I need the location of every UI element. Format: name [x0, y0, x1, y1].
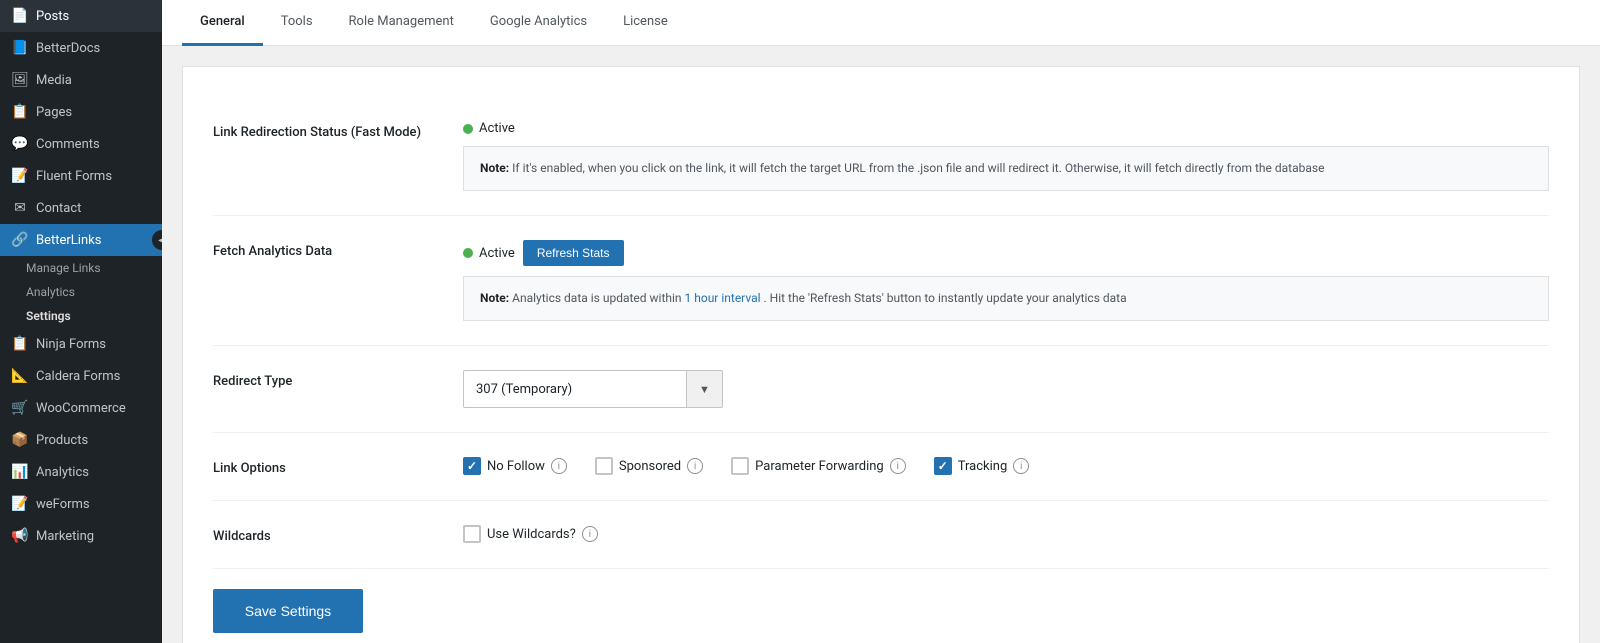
sidebar-item-betterdocs[interactable]: 📘 BetterDocs — [0, 32, 162, 64]
woocommerce-icon: 🛒 — [12, 400, 28, 416]
active-dot-redirection — [463, 124, 473, 134]
sidebar-item-media[interactable]: 🖼 Media — [0, 64, 162, 96]
link-options-control: No Follow i Sponsored i Parameter Forwar… — [463, 457, 1549, 475]
ninja-forms-icon: 📋 — [12, 336, 28, 352]
sidebar-item-products[interactable]: 📦 Products — [0, 424, 162, 456]
redirect-type-label: Redirect Type — [213, 370, 433, 389]
sidebar-submenu-settings[interactable]: Settings — [0, 304, 162, 328]
posts-icon: 📄 — [12, 8, 28, 24]
parameter-forwarding-label: Parameter Forwarding — [755, 459, 884, 474]
sponsored-label: Sponsored — [619, 459, 681, 474]
tab-bar: General Tools Role Management Google Ana… — [162, 0, 1600, 46]
redirect-type-dropdown[interactable]: 307 (Temporary) ▼ — [463, 370, 723, 408]
contact-icon: ✉ — [12, 200, 28, 216]
tab-google-analytics[interactable]: Google Analytics — [472, 0, 605, 46]
refresh-stats-button[interactable]: Refresh Stats — [523, 240, 624, 266]
save-settings-button[interactable]: Save Settings — [213, 589, 363, 633]
sidebar-item-marketing[interactable]: 📢 Marketing — [0, 520, 162, 552]
sidebar-item-caldera-forms[interactable]: 📐 Caldera Forms — [0, 360, 162, 392]
sidebar-item-fluent-forms[interactable]: 📝 Fluent Forms — [0, 160, 162, 192]
fetch-analytics-row: Fetch Analytics Data Active Refresh Stat… — [213, 216, 1549, 346]
sidebar-item-analytics[interactable]: 📊 Analytics — [0, 456, 162, 488]
comments-icon: 💬 — [12, 136, 28, 152]
sidebar: 📄 Posts 📘 BetterDocs 🖼 Media 📋 Pages 💬 C… — [0, 0, 162, 643]
tracking-label: Tracking — [958, 459, 1008, 474]
sidebar-item-weforms[interactable]: 📝 weForms — [0, 488, 162, 520]
betterdocs-icon: 📘 — [12, 40, 28, 56]
redirect-type-row: Redirect Type 307 (Temporary) ▼ — [213, 346, 1549, 433]
active-dot-analytics — [463, 248, 473, 258]
sidebar-submenu-analytics[interactable]: Analytics — [0, 280, 162, 304]
redirect-type-control: 307 (Temporary) ▼ — [463, 370, 1549, 408]
tab-general[interactable]: General — [182, 0, 263, 46]
link-options-row: Link Options No Follow i Sponsored i — [213, 433, 1549, 501]
wildcards-label: Wildcards — [213, 525, 433, 544]
link-redirection-control: Active Note: If it's enabled, when you c… — [463, 121, 1549, 191]
link-redirection-status: Active — [463, 121, 515, 136]
marketing-icon: 📢 — [12, 528, 28, 544]
link-redirection-note: Note: If it's enabled, when you click on… — [463, 146, 1549, 191]
sponsored-checkbox[interactable] — [595, 457, 613, 475]
wildcards-info-icon[interactable]: i — [582, 526, 598, 542]
link-options-label: Link Options — [213, 457, 433, 476]
fetch-analytics-active-row: Active Refresh Stats — [463, 240, 1549, 266]
betterlinks-icon: 🔗 — [12, 232, 28, 248]
betterlinks-submenu: Manage Links Analytics Settings — [0, 256, 162, 328]
sidebar-item-contact[interactable]: ✉ Contact — [0, 192, 162, 224]
fetch-analytics-status: Active — [463, 246, 515, 261]
sidebar-item-ninja-forms[interactable]: 📋 Ninja Forms — [0, 328, 162, 360]
wildcards-checkbox[interactable] — [463, 525, 481, 543]
no-follow-item: No Follow i — [463, 457, 567, 475]
sidebar-item-betterlinks[interactable]: 🔗 BetterLinks ◀ — [0, 224, 162, 256]
tab-license[interactable]: License — [605, 0, 686, 46]
no-follow-info-icon[interactable]: i — [551, 458, 567, 474]
sidebar-collapse-arrow[interactable]: ◀ — [152, 230, 162, 250]
sponsored-info-icon[interactable]: i — [687, 458, 703, 474]
sidebar-submenu-manage-links[interactable]: Manage Links — [0, 256, 162, 280]
tracking-checkbox[interactable] — [934, 457, 952, 475]
tracking-item: Tracking i — [934, 457, 1030, 475]
no-follow-checkbox[interactable] — [463, 457, 481, 475]
weforms-icon: 📝 — [12, 496, 28, 512]
pages-icon: 📋 — [12, 104, 28, 120]
redirect-type-value: 307 (Temporary) — [464, 374, 686, 405]
fetch-analytics-label: Fetch Analytics Data — [213, 240, 433, 259]
tab-role-management[interactable]: Role Management — [331, 0, 472, 46]
wildcards-checkbox-label: Use Wildcards? — [487, 527, 576, 542]
sponsored-item: Sponsored i — [595, 457, 703, 475]
link-redirection-row: Link Redirection Status (Fast Mode) Acti… — [213, 97, 1549, 216]
parameter-forwarding-info-icon[interactable]: i — [890, 458, 906, 474]
dropdown-arrow-icon[interactable]: ▼ — [686, 371, 722, 407]
analytics-icon: 📊 — [12, 464, 28, 480]
main-content: General Tools Role Management Google Ana… — [162, 0, 1600, 643]
settings-panel: Link Redirection Status (Fast Mode) Acti… — [182, 66, 1580, 643]
wildcards-row: Wildcards Use Wildcards? i — [213, 501, 1549, 569]
wildcards-item: Use Wildcards? i — [463, 525, 1533, 543]
fetch-analytics-note: Note: Analytics data is updated within 1… — [463, 276, 1549, 321]
caldera-forms-icon: 📐 — [12, 368, 28, 384]
save-settings-section: Save Settings — [213, 569, 1549, 633]
parameter-forwarding-checkbox[interactable] — [731, 457, 749, 475]
products-icon: 📦 — [12, 432, 28, 448]
wildcards-control: Use Wildcards? i — [463, 525, 1549, 543]
sidebar-item-pages[interactable]: 📋 Pages — [0, 96, 162, 128]
fluent-forms-icon: 📝 — [12, 168, 28, 184]
link-redirection-label: Link Redirection Status (Fast Mode) — [213, 121, 433, 140]
sidebar-item-comments[interactable]: 💬 Comments — [0, 128, 162, 160]
tab-tools[interactable]: Tools — [263, 0, 331, 46]
tracking-info-icon[interactable]: i — [1013, 458, 1029, 474]
sidebar-item-posts[interactable]: 📄 Posts — [0, 0, 162, 32]
sidebar-item-woocommerce[interactable]: 🛒 WooCommerce — [0, 392, 162, 424]
parameter-forwarding-item: Parameter Forwarding i — [731, 457, 906, 475]
link-options-checkboxes: No Follow i Sponsored i Parameter Forwar… — [463, 457, 1549, 475]
media-icon: 🖼 — [12, 72, 28, 88]
no-follow-label: No Follow — [487, 459, 545, 474]
fetch-analytics-control: Active Refresh Stats Note: Analytics dat… — [463, 240, 1549, 321]
